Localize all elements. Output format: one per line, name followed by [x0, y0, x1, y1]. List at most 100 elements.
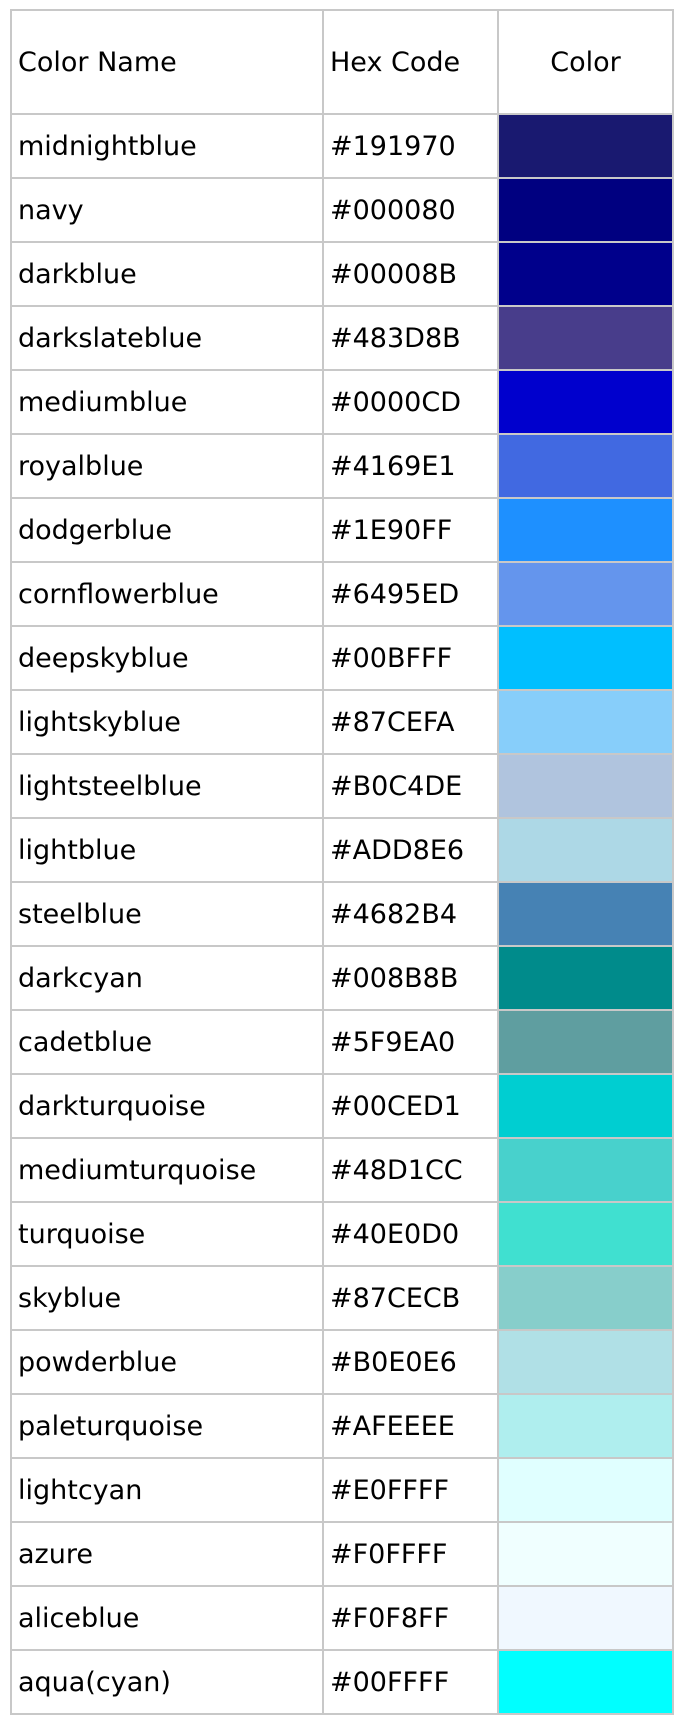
hex-code-cell: #B0E0E6: [322, 1329, 499, 1395]
hex-code-cell: #0000CD: [322, 369, 499, 435]
color-swatch-cell: [497, 241, 674, 307]
header-row: Color Name Hex Code Color: [10, 9, 674, 115]
table-row: lightsteelblue #B0C4DE: [10, 753, 674, 819]
color-swatch-cell: [497, 1649, 674, 1715]
table-row: azure #F0FFFF: [10, 1521, 674, 1587]
table-row: lightcyan #E0FFFF: [10, 1457, 674, 1523]
color-swatch-cell: [497, 753, 674, 819]
hex-code-cell: #4682B4: [322, 881, 499, 947]
color-name-cell: deepskyblue: [10, 625, 324, 691]
table-row: powderblue #B0E0E6: [10, 1329, 674, 1395]
color-name-cell: darkturquoise: [10, 1073, 324, 1139]
color-swatch-cell: [497, 689, 674, 755]
hex-code-cell: #008B8B: [322, 945, 499, 1011]
header-color-name: Color Name: [10, 9, 324, 115]
color-table: Color Name Hex Code Color midnightblue #1…: [10, 9, 674, 1715]
color-swatch-cell: [497, 1201, 674, 1267]
hex-code-cell: #AFEEEE: [322, 1393, 499, 1459]
hex-code-cell: #00BFFF: [322, 625, 499, 691]
hex-code-cell: #6495ED: [322, 561, 499, 627]
color-name-cell: azure: [10, 1521, 324, 1587]
color-name-cell: powderblue: [10, 1329, 324, 1395]
hex-code-cell: #B0C4DE: [322, 753, 499, 819]
hex-code-cell: #00FFFF: [322, 1649, 499, 1715]
hex-code-cell: #87CEFA: [322, 689, 499, 755]
color-name-cell: skyblue: [10, 1265, 324, 1331]
color-table-container: Color Name Hex Code Color midnightblue #1…: [10, 9, 674, 1715]
table-row: skyblue #87CECB: [10, 1265, 674, 1331]
color-swatch-cell: [497, 1073, 674, 1139]
table-row: paleturquoise #AFEEEE: [10, 1393, 674, 1459]
color-name-cell: cadetblue: [10, 1009, 324, 1075]
hex-code-cell: #E0FFFF: [322, 1457, 499, 1523]
color-name-cell: turquoise: [10, 1201, 324, 1267]
color-swatch-cell: [497, 1009, 674, 1075]
color-swatch-cell: [497, 817, 674, 883]
hex-code-cell: #483D8B: [322, 305, 499, 371]
color-name-cell: aliceblue: [10, 1585, 324, 1651]
color-swatch-cell: [497, 497, 674, 563]
header-color: Color: [497, 9, 674, 115]
color-swatch-cell: [497, 1457, 674, 1523]
table-row: darkturquoise #00CED1: [10, 1073, 674, 1139]
hex-code-cell: #F0F8FF: [322, 1585, 499, 1651]
color-name-cell: navy: [10, 177, 324, 243]
table-row: lightblue #ADD8E6: [10, 817, 674, 883]
color-swatch-cell: [497, 881, 674, 947]
color-name-cell: paleturquoise: [10, 1393, 324, 1459]
color-name-cell: lightskyblue: [10, 689, 324, 755]
color-swatch-cell: [497, 1521, 674, 1587]
hex-code-cell: #00008B: [322, 241, 499, 307]
hex-code-cell: #4169E1: [322, 433, 499, 499]
table-row: mediumblue #0000CD: [10, 369, 674, 435]
color-name-cell: darkcyan: [10, 945, 324, 1011]
hex-code-cell: #87CECB: [322, 1265, 499, 1331]
color-swatch-cell: [497, 433, 674, 499]
hex-code-cell: #191970: [322, 113, 499, 179]
table-body: midnightblue #191970 navy #000080 darkblue #0…: [10, 113, 674, 1715]
table-row: cornflowerblue #6495ED: [10, 561, 674, 627]
hex-code-cell: #000080: [322, 177, 499, 243]
color-name-cell: darkblue: [10, 241, 324, 307]
color-swatch-cell: [497, 1137, 674, 1203]
hex-code-cell: #48D1CC: [322, 1137, 499, 1203]
color-name-cell: darkslateblue: [10, 305, 324, 371]
header-hex-code: Hex Code: [322, 9, 499, 115]
table-row: dodgerblue #1E90FF: [10, 497, 674, 563]
table-row: aqua(cyan) #00FFFF: [10, 1649, 674, 1715]
color-name-cell: mediumturquoise: [10, 1137, 324, 1203]
hex-code-cell: #ADD8E6: [322, 817, 499, 883]
hex-code-cell: #40E0D0: [322, 1201, 499, 1267]
color-swatch-cell: [497, 561, 674, 627]
table-row: lightskyblue #87CEFA: [10, 689, 674, 755]
table-row: mediumturquoise #48D1CC: [10, 1137, 674, 1203]
hex-code-cell: #1E90FF: [322, 497, 499, 563]
color-name-cell: mediumblue: [10, 369, 324, 435]
color-swatch-cell: [497, 1585, 674, 1651]
color-name-cell: midnightblue: [10, 113, 324, 179]
hex-code-cell: #5F9EA0: [322, 1009, 499, 1075]
color-swatch-cell: [497, 1329, 674, 1395]
hex-code-cell: #F0FFFF: [322, 1521, 499, 1587]
color-name-cell: lightblue: [10, 817, 324, 883]
color-swatch-cell: [497, 369, 674, 435]
table-row: darkcyan #008B8B: [10, 945, 674, 1011]
color-swatch-cell: [497, 177, 674, 243]
color-name-cell: dodgerblue: [10, 497, 324, 563]
color-name-cell: steelblue: [10, 881, 324, 947]
color-name-cell: lightcyan: [10, 1457, 324, 1523]
table-row: cadetblue #5F9EA0: [10, 1009, 674, 1075]
color-swatch-cell: [497, 945, 674, 1011]
color-name-cell: royalblue: [10, 433, 324, 499]
table-row: deepskyblue #00BFFF: [10, 625, 674, 691]
table-row: midnightblue #191970: [10, 113, 674, 179]
hex-code-cell: #00CED1: [322, 1073, 499, 1139]
color-swatch-cell: [497, 305, 674, 371]
table-row: darkblue #00008B: [10, 241, 674, 307]
color-name-cell: lightsteelblue: [10, 753, 324, 819]
table-row: aliceblue #F0F8FF: [10, 1585, 674, 1651]
table-header: Color Name Hex Code Color: [10, 9, 674, 115]
table-row: navy #000080: [10, 177, 674, 243]
table-row: turquoise #40E0D0: [10, 1201, 674, 1267]
table-row: steelblue #4682B4: [10, 881, 674, 947]
